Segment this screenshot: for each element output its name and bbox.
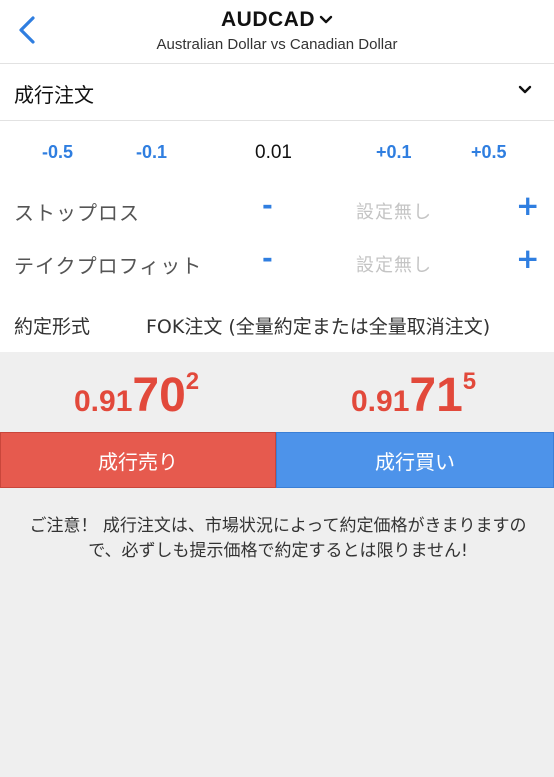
take-profit-plus-button[interactable]: +	[516, 242, 539, 275]
sell-market-label: 成行売り	[98, 449, 178, 474]
header: AUDCAD Australian Dollar vs Canadian Dol…	[0, 0, 554, 64]
market-order-notice: ご注意！ 成行注文は、市場状況によって約定価格がきまりますので、必ずしも提示価格…	[29, 516, 527, 561]
stop-loss-value[interactable]: 設定無し	[356, 198, 432, 224]
symbol-description: Australian Dollar vs Canadian Dollar	[156, 36, 398, 53]
fill-policy-row: 約定形式 FOK注文 (全量約定または全量取消注文)	[0, 300, 554, 350]
ask-price-big: 71	[409, 369, 463, 422]
bid-price-sup: 2	[185, 368, 200, 395]
stop-loss-label: ストップロス	[14, 201, 140, 225]
chevron-down-icon	[518, 85, 532, 94]
buy-market-label: 成行買い	[375, 449, 455, 474]
take-profit-minus-button[interactable]: -	[262, 244, 273, 274]
ask-price: 0.91715	[351, 368, 476, 423]
volume-row: -0.5 -0.1 0.01 +0.1 +0.5	[0, 132, 554, 176]
stop-loss-plus-button[interactable]: +	[516, 189, 539, 222]
buy-market-button[interactable]: 成行買い	[276, 432, 554, 488]
sell-market-button[interactable]: 成行売り	[0, 432, 276, 488]
symbol-selector[interactable]: AUDCAD	[221, 8, 333, 32]
bid-price-big: 70	[132, 369, 186, 422]
title-area: AUDCAD Australian Dollar vs Canadian Dol…	[0, 8, 554, 53]
order-type-label: 成行注文	[14, 83, 94, 107]
stop-loss-row: ストップロス - 設定無し +	[0, 185, 554, 235]
bid-price: 0.91702	[74, 368, 199, 423]
chevron-down-icon	[319, 15, 333, 24]
take-profit-label: テイクプロフィット	[14, 254, 203, 278]
volume-value[interactable]: 0.01	[255, 142, 292, 164]
ask-price-sup: 5	[462, 368, 477, 395]
fill-policy-label: 約定形式	[14, 316, 91, 338]
order-type-selector[interactable]: 成行注文	[0, 64, 554, 121]
bid-price-prefix: 0.91	[74, 385, 133, 418]
stop-loss-minus-button[interactable]: -	[262, 191, 273, 221]
volume-plus-0-5-button[interactable]: +0.5	[471, 142, 507, 163]
volume-plus-0-1-button[interactable]: +0.1	[376, 142, 412, 163]
take-profit-value[interactable]: 設定無し	[356, 251, 432, 277]
volume-minus-0-1-button[interactable]: -0.1	[136, 142, 167, 163]
ask-price-prefix: 0.91	[351, 385, 410, 418]
volume-minus-0-5-button[interactable]: -0.5	[42, 142, 73, 163]
take-profit-row: テイクプロフィット - 設定無し +	[0, 238, 554, 288]
fill-policy-value: FOK注文 (全量約定または全量取消注文)	[146, 316, 491, 338]
symbol-title: AUDCAD	[221, 8, 315, 31]
